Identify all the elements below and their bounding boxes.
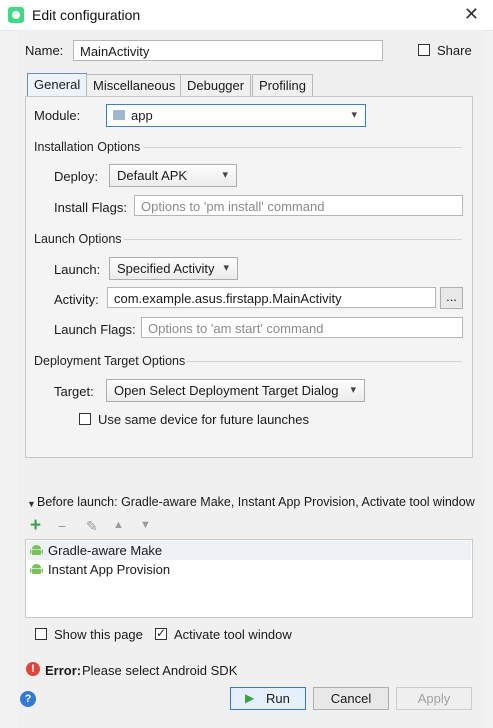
show-page-checkbox[interactable] — [35, 628, 47, 640]
activity-label: Activity: — [54, 292, 99, 307]
move-down-icon[interactable]: ▼ — [140, 519, 151, 531]
collapse-triangle-icon[interactable]: ▼ — [27, 499, 36, 509]
chevron-down-icon: ▾ — [222, 169, 228, 181]
tab-debugger[interactable]: Debugger — [180, 74, 252, 96]
list-item[interactable]: Gradle-aware Make — [27, 541, 471, 560]
background-window-edge-right — [485, 30, 493, 728]
help-icon[interactable]: ? — [20, 691, 36, 707]
same-device-label: Use same device for future launches — [98, 412, 309, 427]
apply-button[interactable]: Apply — [396, 687, 472, 710]
error-message: Please select Android SDK — [82, 663, 238, 678]
error-icon: ! — [26, 662, 40, 676]
title-bar: Edit configuration ✕ — [0, 0, 493, 31]
deploy-select[interactable]: Default APK ▾ — [109, 164, 237, 187]
run-icon: ▶ — [245, 691, 255, 705]
add-task-icon[interactable]: + — [30, 516, 41, 536]
activate-tool-window-checkbox[interactable] — [155, 626, 167, 640]
launch-select[interactable]: Specified Activity ▾ — [109, 257, 238, 280]
name-label: Name: — [25, 43, 64, 58]
before-launch-header[interactable]: Before launch: Gradle-aware Make, Instan… — [37, 495, 475, 509]
same-device-checkbox[interactable] — [79, 413, 91, 425]
list-item[interactable]: Instant App Provision — [27, 560, 471, 579]
cancel-button[interactable]: Cancel — [313, 687, 389, 710]
error-prefix: Error: — [45, 663, 82, 678]
installation-options-heading: Installation Options — [34, 140, 141, 154]
section-divider — [144, 147, 462, 148]
run-label: Run — [266, 691, 290, 706]
tab-miscellaneous[interactable]: Miscellaneous — [86, 74, 183, 96]
launch-value: Specified Activity — [117, 261, 215, 276]
task-label: Instant App Provision — [48, 562, 171, 577]
browse-activity-button[interactable]: ... — [440, 287, 463, 309]
tab-profiling[interactable]: Profiling — [252, 74, 313, 96]
android-icon — [30, 564, 43, 574]
edit-task-icon[interactable]: ✎ — [86, 518, 98, 535]
chevron-down-icon: ▾ — [350, 384, 356, 396]
section-divider — [186, 361, 462, 362]
background-window-edge — [0, 30, 19, 728]
move-up-icon[interactable]: ▲ — [113, 519, 124, 531]
tab-general[interactable]: General — [27, 73, 88, 97]
android-icon — [30, 545, 43, 555]
deploy-label: Deploy: — [54, 169, 99, 184]
chevron-down-icon: ▾ — [351, 109, 357, 121]
section-divider — [124, 239, 462, 240]
remove-task-icon[interactable]: − — [58, 518, 66, 534]
install-flags-input[interactable]: Options to 'pm install' command — [134, 195, 463, 216]
target-label: Target: — [54, 384, 94, 399]
close-icon[interactable]: ✕ — [464, 4, 479, 25]
install-flags-label: Install Flags: — [54, 200, 127, 215]
target-value: Open Select Deployment Target Dialog — [114, 383, 339, 398]
share-label: Share — [437, 43, 472, 58]
chevron-down-icon: ▾ — [223, 262, 229, 274]
android-studio-icon — [8, 7, 24, 23]
share-checkbox[interactable] — [418, 44, 430, 56]
window-title: Edit configuration — [32, 7, 141, 23]
module-label: Module: — [34, 108, 81, 123]
module-select[interactable]: app ▾ — [106, 104, 366, 127]
launch-flags-label: Launch Flags: — [54, 322, 136, 337]
run-button[interactable]: ▶ Run — [230, 687, 306, 710]
before-launch-task-list: Gradle-aware Make Instant App Provision — [25, 539, 473, 618]
activate-tool-window-label: Activate tool window — [174, 627, 292, 642]
module-folder-icon — [113, 110, 125, 120]
launch-options-heading: Launch Options — [34, 232, 122, 246]
deploy-value: Default APK — [117, 168, 188, 183]
launch-label: Launch: — [54, 262, 101, 277]
target-select[interactable]: Open Select Deployment Target Dialog ▾ — [106, 379, 365, 402]
task-label: Gradle-aware Make — [48, 543, 163, 558]
launch-flags-input[interactable]: Options to 'am start' command — [141, 317, 463, 338]
deployment-target-heading: Deployment Target Options — [34, 354, 186, 368]
name-input[interactable]: MainActivity — [73, 40, 383, 61]
activity-input[interactable]: com.example.asus.firstapp.MainActivity — [107, 287, 436, 308]
module-value: app — [131, 108, 153, 123]
show-page-label: Show this page — [54, 627, 143, 642]
